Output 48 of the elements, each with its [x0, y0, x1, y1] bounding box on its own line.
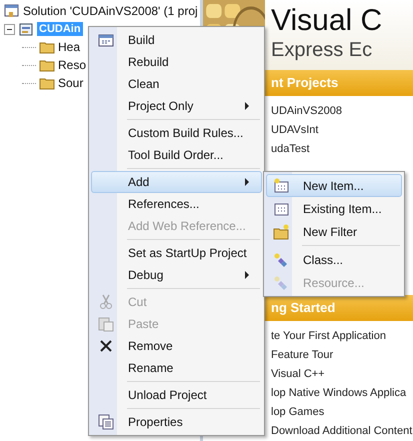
class-icon — [273, 274, 289, 290]
paste-icon — [98, 316, 114, 332]
menu-item[interactable]: New Item... — [266, 174, 402, 197]
menu-item[interactable]: New Filter — [266, 220, 402, 243]
new-folder-icon — [273, 224, 289, 240]
menu-item[interactable]: Unload Project — [91, 384, 262, 406]
menu-item[interactable]: Remove — [91, 335, 262, 357]
menu-item[interactable]: Tool Build Order... — [91, 144, 262, 166]
getting-started-link[interactable]: Download Additional Content — [271, 422, 413, 441]
menu-item[interactable]: Debug — [91, 264, 262, 286]
recent-project-link[interactable]: udaTest — [271, 140, 413, 159]
menu-item[interactable]: Set as StartUp Project — [91, 242, 262, 264]
getting-started-link[interactable]: lop Games — [271, 403, 413, 422]
project-icon — [18, 21, 34, 37]
new-item-icon — [273, 178, 289, 194]
menu-item[interactable]: Rename — [91, 357, 262, 379]
submenu-arrow-icon — [245, 102, 249, 110]
menu-item[interactable]: Project Only — [91, 95, 262, 117]
collapse-toggle[interactable] — [4, 24, 15, 34]
menu-item[interactable]: Rebuild — [91, 51, 262, 73]
class-icon — [273, 252, 289, 268]
folder-node[interactable]: Sour — [58, 76, 84, 90]
menu-item[interactable]: Custom Build Rules... — [91, 122, 262, 144]
menu-item[interactable]: Properties — [91, 411, 262, 433]
getting-started-link[interactable]: Feature Tour — [271, 346, 413, 365]
build-icon — [98, 32, 114, 48]
recent-project-link[interactable]: UDAVsInt — [271, 121, 413, 140]
edition-name: Express Ec — [271, 38, 374, 62]
getting-started-link[interactable]: Visual C++ — [271, 365, 413, 384]
recent-project-link[interactable]: UDAinVS2008 — [271, 102, 413, 121]
remove-icon — [98, 338, 114, 354]
menu-item[interactable]: Add — [91, 171, 262, 193]
solution-node[interactable]: Solution 'CUDAinVS2008' (1 proj — [23, 4, 198, 18]
solution-icon — [4, 3, 20, 19]
menu-item[interactable]: References... — [91, 193, 262, 215]
properties-icon — [98, 414, 114, 430]
menu-item[interactable]: Build — [91, 29, 262, 51]
getting-started-link[interactable]: te Your First Application — [271, 327, 413, 346]
existing-item-icon — [273, 200, 289, 216]
submenu-arrow-icon — [245, 178, 249, 186]
submenu-arrow-icon — [245, 271, 249, 279]
product-name: Visual C — [271, 4, 382, 38]
folder-node[interactable]: Hea — [58, 40, 80, 54]
getting-started-link[interactable]: lop Native Windows Applica — [271, 384, 413, 403]
menu-item[interactable]: Existing Item... — [266, 197, 402, 220]
menu-item[interactable]: Class... — [266, 248, 402, 271]
scissors-icon — [98, 294, 114, 310]
folder-node[interactable]: Reso — [58, 58, 86, 72]
